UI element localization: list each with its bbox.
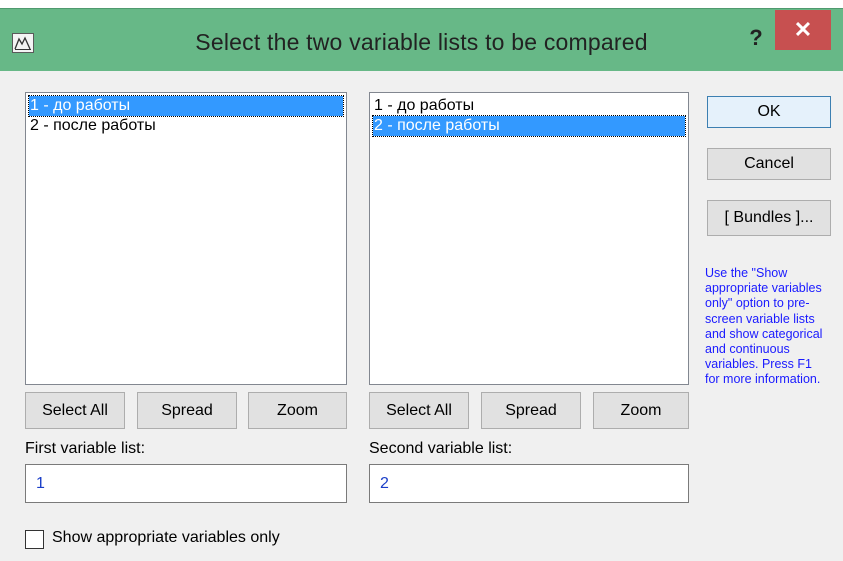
ok-button[interactable]: OK (707, 96, 831, 128)
list-item[interactable]: 2 - после работы (372, 115, 686, 137)
show-appropriate-label: Show appropriate variables only (52, 529, 280, 546)
help-button[interactable]: ? (740, 23, 772, 53)
dialog-window: Select the two variable lists to be comp… (0, 8, 843, 561)
second-select-all-button[interactable]: Select All (369, 392, 469, 429)
close-button[interactable]: ✕ (775, 10, 831, 50)
list-item[interactable]: 2 - после работы (29, 116, 343, 136)
list-item-label: 1 - до работы (374, 97, 475, 114)
cancel-button[interactable]: Cancel (707, 148, 831, 180)
list-item[interactable]: 1 - до работы (373, 96, 685, 116)
second-variable-list-field[interactable]: 2 (369, 464, 689, 503)
help-text: Use the "Show appropriate variables only… (705, 266, 823, 387)
second-spread-button[interactable]: Spread (481, 392, 581, 429)
bundles-button[interactable]: [ Bundles ]... (707, 200, 831, 236)
list-item[interactable]: 1 - до работы (28, 95, 344, 117)
first-select-all-button[interactable]: Select All (25, 392, 125, 429)
first-spread-button[interactable]: Spread (137, 392, 237, 429)
list-item-label: 2 - после работы (30, 117, 156, 134)
second-variable-listbox[interactable]: 1 - до работы 2 - после работы (369, 92, 689, 385)
list-item-label: 2 - после работы (374, 117, 500, 134)
list-item-label: 1 - до работы (30, 97, 131, 114)
first-variable-list-field[interactable]: 1 (25, 464, 347, 503)
show-appropriate-checkbox[interactable] (25, 530, 44, 549)
second-zoom-button[interactable]: Zoom (593, 392, 689, 429)
first-variable-list-label: First variable list: (25, 440, 146, 457)
window-title: Select the two variable lists to be comp… (195, 29, 648, 55)
second-variable-list-label: Second variable list: (369, 440, 513, 457)
first-variable-listbox[interactable]: 1 - до работы 2 - после работы (25, 92, 347, 385)
title-bar[interactable]: Select the two variable lists to be comp… (0, 9, 843, 71)
first-zoom-button[interactable]: Zoom (248, 392, 347, 429)
